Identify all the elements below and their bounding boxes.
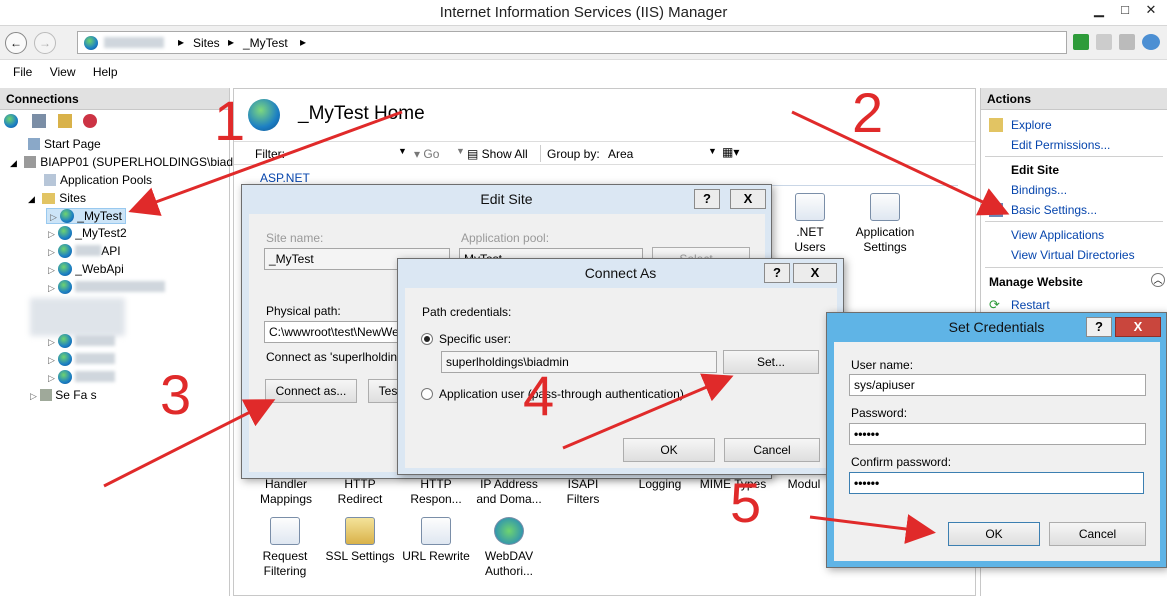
annotation-arrow-4 [562, 373, 734, 450]
annotation-number-5: 5 [730, 471, 762, 534]
annotation-number-2: 2 [852, 81, 884, 144]
annotation-arrow-2 [791, 110, 1010, 216]
annotation-number-3: 3 [160, 363, 192, 426]
annotation-number-1: 1 [214, 89, 246, 152]
annotation-arrow-1 [128, 110, 403, 216]
annotation-number-4: 4 [523, 364, 555, 427]
annotation-arrows [103, 110, 1010, 544]
annotation-arrow-5 [809, 514, 936, 544]
